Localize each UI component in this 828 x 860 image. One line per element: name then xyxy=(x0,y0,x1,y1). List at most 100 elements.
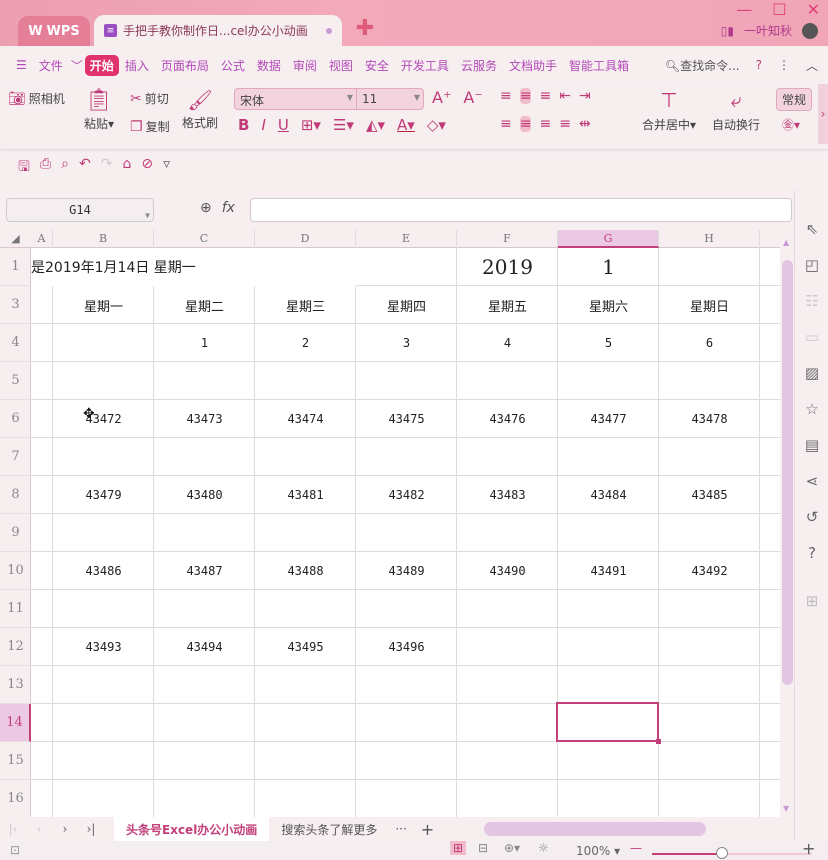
justify-icon[interactable]: ≡ xyxy=(559,116,571,132)
cell-value[interactable]: 4 xyxy=(457,324,558,362)
row-header-6[interactable]: 6 xyxy=(0,400,31,438)
cell-value[interactable] xyxy=(457,628,558,666)
name-box[interactable]: G14 ▼ xyxy=(6,198,154,222)
align-middle-icon[interactable]: ≡ xyxy=(519,88,532,104)
first-sheet-icon[interactable]: |‹ xyxy=(0,822,26,836)
cell-value[interactable]: 5 xyxy=(558,324,659,362)
add-sheet-button[interactable]: + xyxy=(413,820,442,839)
wrap-text-button[interactable]: ⤶ 自动换行 xyxy=(712,88,760,133)
row-header-5[interactable]: 5 xyxy=(0,362,31,400)
row-header-11[interactable]: 11 xyxy=(0,590,31,628)
bold-icon[interactable]: B xyxy=(238,116,249,134)
chart-tool-icon[interactable]: ▭ xyxy=(803,328,821,346)
vertical-scrollbar[interactable]: ▲ ▼ xyxy=(780,230,794,817)
cell-weekday-header[interactable]: 星期日 xyxy=(659,286,760,324)
distributed-icon[interactable]: ⇹ xyxy=(579,116,591,132)
prev-sheet-icon[interactable]: ‹ xyxy=(26,822,52,836)
cell-weekday-header[interactable]: 星期六 xyxy=(558,286,659,324)
cell-value[interactable]: 3 xyxy=(356,324,457,362)
row-header-14[interactable]: 14 xyxy=(0,704,31,742)
column-header-A[interactable]: A xyxy=(31,230,53,248)
cell-value[interactable]: 43478 xyxy=(659,400,760,438)
cell-value[interactable]: 43481 xyxy=(255,476,356,514)
cell-G1-month[interactable]: 1 xyxy=(558,248,659,286)
currency-button[interactable]: ㊎▾ xyxy=(782,116,800,133)
selected-cell-G14[interactable] xyxy=(556,702,661,744)
cell-value[interactable]: 43472 xyxy=(53,400,154,438)
cell-value[interactable]: 43477 xyxy=(558,400,659,438)
next-sheet-icon[interactable]: › xyxy=(52,822,78,836)
underline-icon[interactable]: U xyxy=(278,116,289,134)
menu-data[interactable]: 数据 xyxy=(251,57,287,74)
cell-weekday-header[interactable]: 星期二 xyxy=(154,286,255,324)
cell-value[interactable]: 43493 xyxy=(53,628,154,666)
cell-value[interactable]: 43473 xyxy=(154,400,255,438)
eye-protection-icon[interactable]: ☼ xyxy=(538,841,549,855)
customize-toolbar-icon[interactable]: ▿ xyxy=(163,156,170,180)
menu-file[interactable]: 文件 xyxy=(33,57,69,74)
increase-font-icon[interactable]: A⁺ xyxy=(432,88,451,107)
align-bottom-icon[interactable]: ≡ xyxy=(539,88,551,104)
cell-value[interactable] xyxy=(659,628,760,666)
row-header-3[interactable]: 3 xyxy=(0,286,31,324)
shapes-icon[interactable]: ◰ xyxy=(803,256,821,274)
cell-value[interactable] xyxy=(53,324,154,362)
column-header-E[interactable]: E xyxy=(356,230,457,248)
zoom-out-icon[interactable]: — xyxy=(630,841,642,855)
formula-input[interactable] xyxy=(250,198,792,222)
row-header-7[interactable]: 7 xyxy=(0,438,31,476)
cell-weekday-header[interactable]: 星期一 xyxy=(53,286,154,324)
zoom-slider[interactable] xyxy=(652,847,812,859)
chevron-down-icon[interactable]: ﹀ xyxy=(69,57,85,74)
menu-insert[interactable]: 插入 xyxy=(119,57,155,74)
align-top-icon[interactable]: ≡ xyxy=(500,88,512,104)
merge-center-button[interactable]: ⊤ 合并居中▾ xyxy=(642,88,696,133)
save-icon[interactable]: 🖫 xyxy=(18,156,30,180)
row-header-9[interactable]: 9 xyxy=(0,514,31,552)
clear-format-icon[interactable]: ⊘ xyxy=(141,156,153,180)
align-left-icon[interactable]: ≡ xyxy=(500,116,512,132)
cell-value[interactable]: 43496 xyxy=(356,628,457,666)
user-name[interactable]: 一叶知秋 xyxy=(744,22,792,39)
row-header-1[interactable]: 1 xyxy=(0,248,31,286)
cell-value[interactable]: 1 xyxy=(154,324,255,362)
number-format-select[interactable]: 常规 xyxy=(776,88,813,111)
wps-home-tab[interactable]: W WPS xyxy=(18,16,90,46)
scroll-up-icon[interactable]: ▲ xyxy=(783,238,789,247)
cell-weekday-header[interactable]: 星期四 xyxy=(356,286,457,324)
scroll-down-icon[interactable]: ▼ xyxy=(783,804,789,813)
menu-page-layout[interactable]: 页面布局 xyxy=(155,57,215,74)
align-center-icon[interactable]: ≡ xyxy=(519,116,532,132)
font-size-select[interactable]: 11 ▼ xyxy=(357,89,423,109)
properties-icon[interactable]: ☷ xyxy=(803,292,821,310)
zoom-formula-icon[interactable]: ⊕ xyxy=(200,200,212,216)
cell-value[interactable]: 43487 xyxy=(154,552,255,590)
vertical-scroll-thumb[interactable] xyxy=(782,260,793,685)
column-header-H[interactable]: H xyxy=(659,230,760,248)
help-circle-icon[interactable]: ? xyxy=(803,544,821,562)
zoom-slider-knob[interactable] xyxy=(716,847,728,859)
format-painter-button[interactable]: 🖌︎ 格式刷 xyxy=(182,88,218,131)
minimize-icon[interactable]: — xyxy=(736,0,752,19)
row-header-16[interactable]: 16 xyxy=(0,780,31,817)
decrease-indent-icon[interactable]: ⇤ xyxy=(559,88,571,104)
cell-weekday-header[interactable]: 星期三 xyxy=(255,286,356,324)
row-header-8[interactable]: 8 xyxy=(0,476,31,514)
reading-view-icon[interactable]: ⊕▾ xyxy=(504,841,520,855)
normal-view-icon[interactable]: ⊞ xyxy=(450,841,467,855)
camera-button[interactable]: 📷︎ 照相机 xyxy=(8,90,65,107)
new-tab-button[interactable]: ✚ xyxy=(350,14,380,42)
cell-value[interactable]: 6 xyxy=(659,324,760,362)
cell-value[interactable]: 43492 xyxy=(659,552,760,590)
menu-smart-toolbox[interactable]: 智能工具箱 xyxy=(563,57,635,74)
image-gallery-icon[interactable]: ▨ xyxy=(803,364,821,382)
avatar[interactable] xyxy=(802,22,818,39)
cell-value[interactable]: 43474 xyxy=(255,400,356,438)
cell-value[interactable]: 43482 xyxy=(356,476,457,514)
cell-value[interactable]: 43494 xyxy=(154,628,255,666)
close-icon[interactable]: ✕ xyxy=(807,0,820,19)
clear-icon[interactable]: ◇▾ xyxy=(427,116,446,134)
copy-button[interactable]: ❐ 复制 xyxy=(130,118,170,135)
row-header-15[interactable]: 15 xyxy=(0,742,31,780)
cell-value[interactable]: 43476 xyxy=(457,400,558,438)
